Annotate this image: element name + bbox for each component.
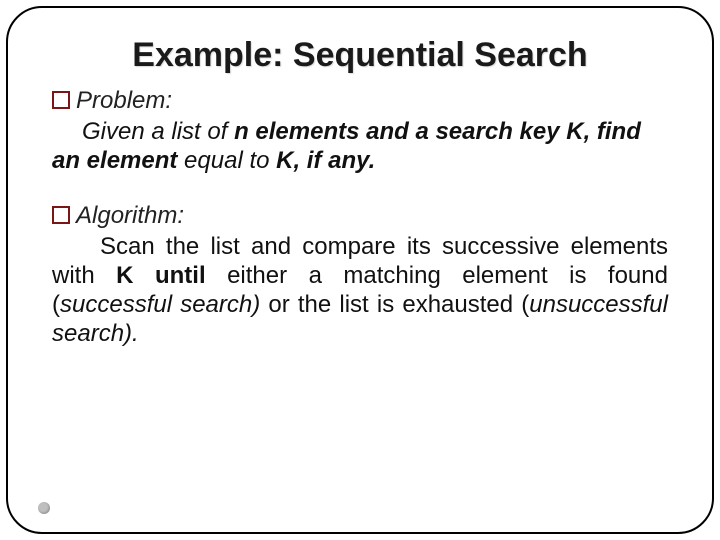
algorithm-heading: Algorithm:: [52, 202, 668, 230]
problem-body: Given a list of n elements and a search …: [52, 117, 668, 176]
algorithm-body: Scan the list and compare its successive…: [52, 232, 668, 349]
problem-text-1: Given a list of: [82, 118, 234, 145]
problem-text-2: equal to: [184, 147, 276, 174]
algorithm-label: Algorithm:: [76, 202, 184, 230]
algo-text-3: or the list is exhausted (: [268, 291, 529, 318]
problem-label: Problem:: [76, 87, 172, 115]
problem-heading: Problem:: [52, 87, 668, 115]
footer-dot-icon: [38, 502, 50, 514]
slide-frame: Example: Sequential Search Problem: Give…: [6, 6, 714, 534]
bullet-box-icon: [52, 206, 70, 224]
problem-text-bold-2: K, if any.: [276, 147, 375, 174]
bullet-box-icon: [52, 91, 70, 109]
slide-title: Example: Sequential Search: [52, 36, 668, 75]
algo-text-bold: K until: [116, 262, 227, 289]
algo-text-ital-1: successful search): [60, 291, 268, 318]
